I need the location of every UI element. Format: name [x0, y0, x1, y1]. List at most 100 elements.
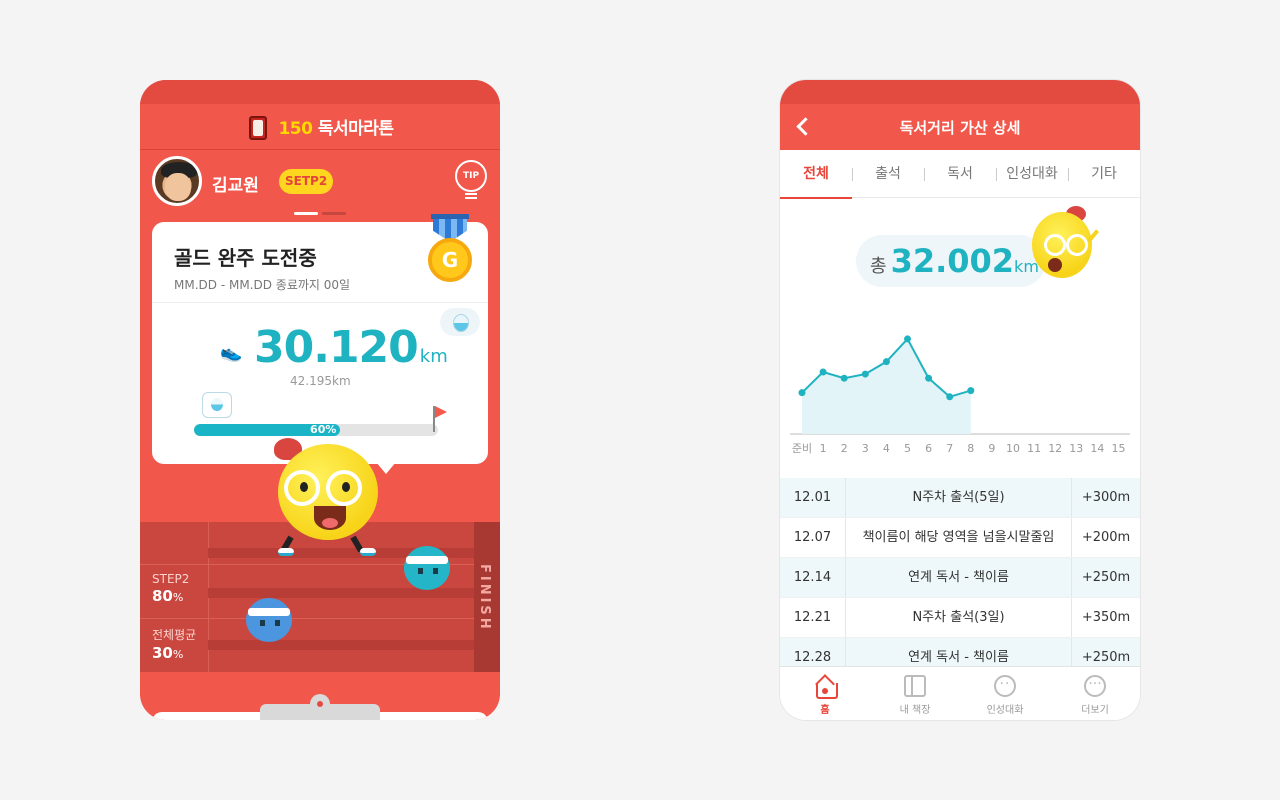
sheet-handle[interactable]	[260, 694, 380, 720]
page-indicator	[294, 212, 346, 215]
chart-area	[802, 338, 971, 434]
distance-chart: 준비 1 2 3 4 5 6 7 8 9 10 11 12 13 14 15	[790, 335, 1130, 455]
chart-x-tick: 4	[883, 442, 890, 455]
chart-x-tick: 2	[841, 442, 848, 455]
gold-medal-icon: G	[426, 214, 474, 290]
tab-etc[interactable]: 기타	[1068, 150, 1140, 198]
chat-bubble-icon	[994, 675, 1016, 697]
row-description: N주차 출석(3일)	[846, 598, 1072, 637]
lane-step2-value: 80	[152, 587, 173, 605]
chart-point[interactable]	[946, 393, 954, 401]
lane-average-value: 30	[152, 644, 173, 662]
chart-point[interactable]	[840, 374, 848, 382]
avatar[interactable]	[152, 156, 202, 206]
nav-bookshelf-label: 내 책장	[899, 705, 931, 716]
total-value: 32.002	[890, 242, 1015, 280]
logo-number: 150	[278, 119, 313, 139]
current-distance: 30.120 km	[254, 322, 448, 373]
lane-step2-label: STEP2	[152, 572, 190, 586]
page-dot-active[interactable]	[294, 212, 318, 215]
chart-point[interactable]	[861, 370, 869, 378]
logo-text: 독서마라톤	[317, 119, 394, 139]
nav-bookshelf[interactable]: 내 책장	[870, 667, 960, 720]
profile-name: 김교원	[212, 176, 259, 196]
total-prefix: 총	[870, 256, 887, 277]
chart-x-tick: 12	[1048, 442, 1062, 455]
row-date: 12.01	[780, 478, 846, 517]
finish-label: FINISH	[477, 564, 492, 632]
chart-x-tick: 14	[1090, 442, 1104, 455]
profile-row: 김교원 SETP2 TIP	[152, 156, 488, 208]
nav-home[interactable]: 홈	[780, 667, 870, 720]
nav-character-talk-label: 인성대화	[986, 705, 1024, 716]
row-description: 연계 독서 - 책이름	[846, 558, 1072, 597]
tip-button[interactable]: TIP	[454, 160, 488, 202]
chart-x-tick: 6	[925, 442, 932, 455]
status-bar	[140, 80, 500, 104]
chart-point[interactable]	[967, 387, 975, 395]
more-dots-icon	[1084, 675, 1106, 697]
chart-x-tick: 1	[820, 442, 827, 455]
home-icon	[814, 675, 838, 699]
chart-x-tick: 13	[1069, 442, 1083, 455]
row-date: 12.07	[780, 518, 846, 557]
teal-runner-icon	[404, 546, 450, 590]
potion-marker-icon	[202, 392, 232, 418]
filter-tabs: 전체 출석 독서 인성대화 기타	[780, 150, 1140, 199]
chart-x-tick: 15	[1112, 442, 1126, 455]
chart-x-tick: 10	[1006, 442, 1020, 455]
challenge-card: 골드 완주 도전중 MM.DD - MM.DD 종료까지 00일 G 👟 30.…	[152, 214, 488, 474]
nav-character-talk[interactable]: 인성대화	[960, 667, 1050, 720]
distance-value: 30.120	[254, 322, 419, 373]
chart-point[interactable]	[904, 335, 911, 343]
chart-x-tick: 11	[1027, 442, 1041, 455]
bottom-navigation: 홈 내 책장 인성대화 더보기	[780, 666, 1140, 720]
chart-x-tick: 7	[946, 442, 953, 455]
table-row[interactable]: 12.07 책이름이 해당 영역을 넘을시말줄임 +200m	[780, 518, 1140, 558]
chart-point[interactable]	[882, 358, 890, 366]
chart-x-tick: 9	[988, 442, 995, 455]
status-bar	[780, 80, 1140, 104]
book-mascot-icon	[246, 112, 272, 142]
running-shoe-icon: 👟	[220, 342, 243, 363]
row-date: 12.14	[780, 558, 846, 597]
chart-point[interactable]	[925, 374, 933, 382]
nav-more-label: 더보기	[1081, 705, 1109, 716]
tab-all[interactable]: 전체	[780, 150, 852, 199]
detail-header: 독서거리 가산 상세	[780, 104, 1140, 150]
finish-line: FINISH	[474, 522, 500, 672]
chart-x-tick: 5	[904, 442, 911, 455]
nav-home-label: 홈	[820, 705, 830, 716]
distance-goal: 42.195km	[290, 374, 351, 388]
step-badge: SETP2	[279, 169, 334, 194]
chart-x-tick: 준비	[792, 442, 812, 455]
chart-x-tick: 3	[862, 442, 869, 455]
table-row[interactable]: 12.01 N주차 출석(5일) +300m	[780, 478, 1140, 518]
progress-fill: 60%	[194, 424, 341, 436]
runner-mascot-icon	[274, 438, 384, 564]
page-dot[interactable]	[322, 212, 346, 215]
challenge-title: 골드 완주 도전중	[174, 246, 317, 270]
main-screen: 150 독서마라톤 김교원 SETP2 TIP 골드 완주 도전중 MM.DD …	[140, 80, 500, 720]
table-row[interactable]: 12.14 연계 독서 - 책이름 +250m	[780, 558, 1140, 598]
tab-reading[interactable]: 독서	[924, 150, 996, 198]
row-amount: +300m	[1081, 490, 1131, 505]
app-header: 150 독서마라톤	[140, 104, 500, 150]
challenge-period: MM.DD - MM.DD 종료까지 00일	[174, 278, 351, 292]
tab-character-talk[interactable]: 인성대화	[996, 150, 1068, 198]
page-title: 독서거리 가산 상세	[899, 119, 1021, 137]
distance-unit: km	[419, 346, 448, 367]
lightbulb-icon: TIP	[455, 160, 487, 192]
history-table: 12.01 N주차 출석(5일) +300m 12.07 책이름이 해당 영역을…	[780, 478, 1140, 678]
lane-average: 전체평균 30%	[152, 628, 197, 662]
tab-attendance[interactable]: 출석	[852, 150, 924, 198]
progress-bar: 60%	[194, 424, 438, 436]
lane-step2: STEP2 80%	[152, 572, 190, 605]
chart-point[interactable]	[819, 368, 827, 376]
row-description: N주차 출석(5일)	[846, 478, 1072, 517]
chart-point[interactable]	[798, 389, 806, 397]
total-distance: 총 32.002km	[856, 235, 1046, 287]
nav-more[interactable]: 더보기	[1050, 667, 1140, 720]
peeking-mascot-icon	[1026, 206, 1102, 292]
table-row[interactable]: 12.21 N주차 출석(3일) +350m	[780, 598, 1140, 638]
